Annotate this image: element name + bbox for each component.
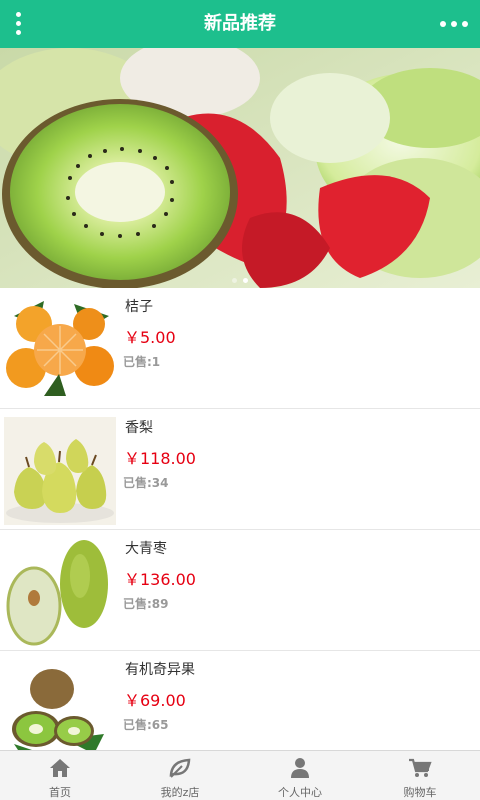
product-sold-count: 已售:34 (123, 476, 169, 490)
product-price: ￥118.00 (124, 449, 196, 468)
tab-profile[interactable]: 个人中心 (240, 751, 360, 800)
product-sold-count: 已售:89 (123, 597, 169, 611)
tab-label: 我的z店 (160, 786, 200, 799)
product-item[interactable]: 桔子 ￥5.00 已售:1 (0, 288, 480, 409)
product-sold-count: 已售:65 (123, 718, 169, 732)
app-root: 新品推荐 桔子 ￥5.00 已售:1 香梨 ￥118.00 已售:34 大青枣 … (0, 0, 480, 800)
user-icon (291, 758, 309, 778)
product-name: 香梨 (125, 420, 153, 436)
carousel-dot-active[interactable] (243, 278, 248, 283)
carousel-dot[interactable] (232, 278, 237, 283)
tab-label: 个人中心 (278, 786, 322, 799)
product-price: ￥136.00 (124, 570, 196, 589)
oranges-icon (4, 296, 116, 404)
product-list: 桔子 ￥5.00 已售:1 香梨 ￥118.00 已售:34 大青枣 ￥136.… (0, 288, 480, 772)
home-icon (50, 759, 70, 777)
carousel-indicators (0, 268, 480, 283)
tab-cart[interactable]: 购物车 (360, 751, 480, 800)
green-jujube-icon (4, 538, 116, 646)
leaf-icon (169, 758, 191, 778)
product-name: 桔子 (125, 299, 153, 315)
banner-carousel[interactable] (0, 48, 480, 288)
bottom-tab-bar: 首页 我的z店 个人中心 购物车 (0, 750, 480, 800)
product-sold-count: 已售:1 (123, 355, 161, 369)
page-title: 新品推荐 (204, 13, 276, 34)
banner-image (0, 48, 480, 288)
product-item[interactable]: 大青枣 ￥136.00 已售:89 (0, 530, 480, 651)
tab-label: 首页 (49, 786, 71, 799)
product-price: ￥5.00 (124, 328, 176, 347)
product-item[interactable]: 香梨 ￥118.00 已售:34 (0, 409, 480, 530)
top-bar: 新品推荐 (0, 0, 480, 48)
tab-home[interactable]: 首页 (0, 751, 120, 800)
product-name: 有机奇异果 (125, 662, 195, 678)
cart-icon (409, 758, 432, 777)
more-icon[interactable] (436, 10, 472, 38)
tab-my-store[interactable]: 我的z店 (120, 751, 240, 800)
product-price: ￥69.00 (124, 691, 186, 710)
tab-label: 购物车 (403, 786, 437, 799)
product-name: 大青枣 (125, 541, 167, 557)
pears-icon (4, 417, 116, 525)
